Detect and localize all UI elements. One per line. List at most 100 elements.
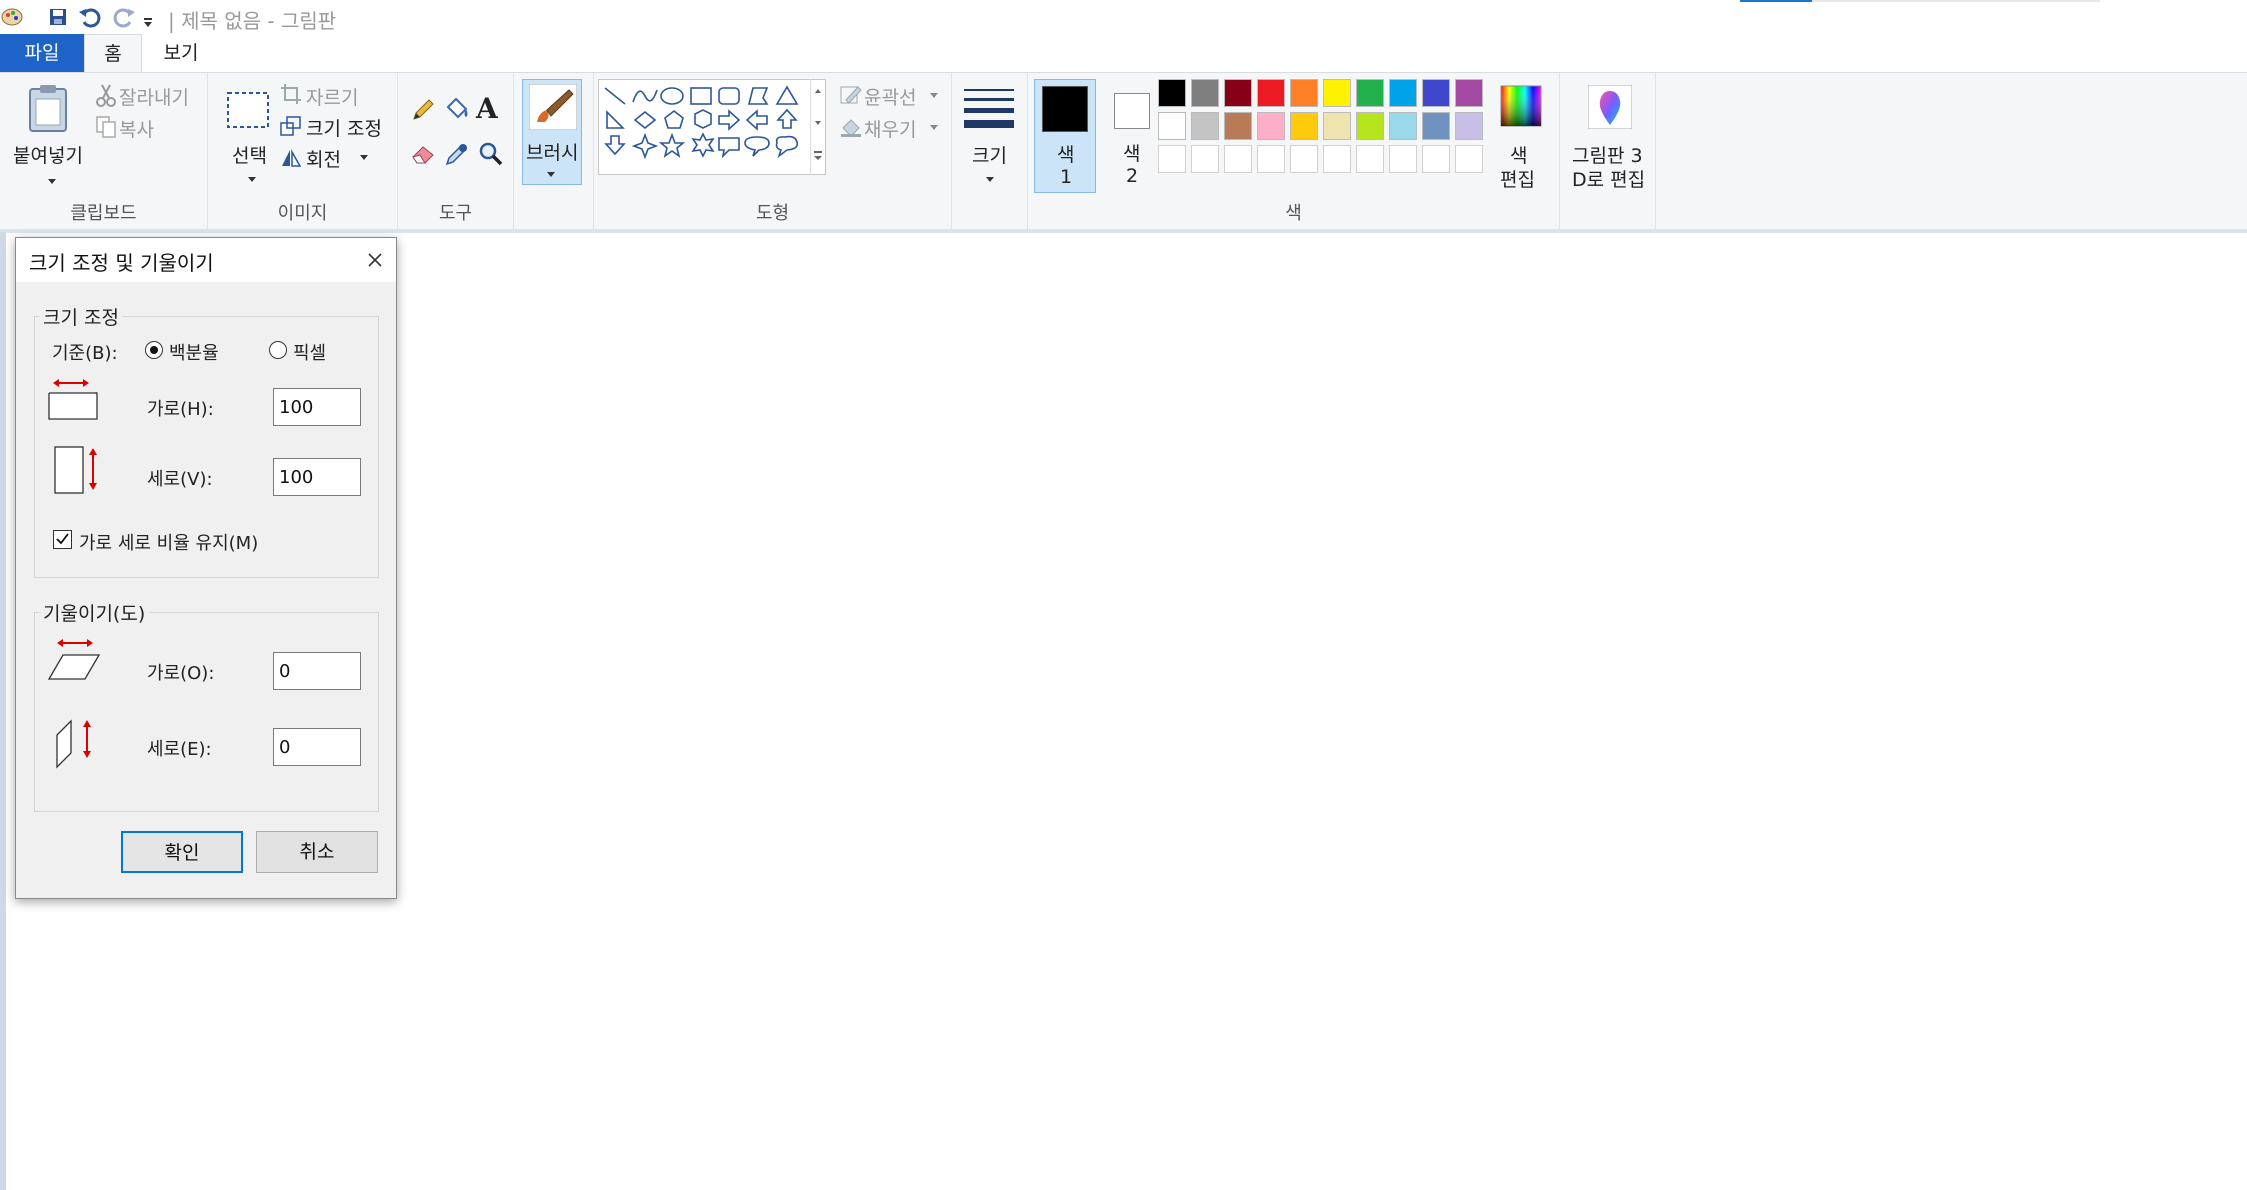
horizontal-input[interactable]: [273, 388, 361, 426]
palette-swatch[interactable]: [1257, 112, 1285, 140]
palette-swatch[interactable]: [1257, 79, 1285, 107]
clipboard-group-label: 클립보드: [70, 203, 137, 224]
keep-ratio-checkbox[interactable]: 가로 세로 비율 유지(M): [53, 529, 293, 554]
customize-arrow-icon[interactable]: [142, 13, 154, 32]
paint-app-icon[interactable]: [0, 4, 24, 32]
up-arrow-shape-icon: [776, 108, 798, 129]
close-icon[interactable]: [361, 246, 389, 274]
palette-empty-swatch[interactable]: [1224, 145, 1252, 173]
color1-button[interactable]: 색 1: [1034, 79, 1096, 193]
palette-swatch[interactable]: [1323, 112, 1351, 140]
palette-empty-swatch[interactable]: [1191, 145, 1219, 173]
palette-swatch[interactable]: [1191, 79, 1219, 107]
outline-button[interactable]: 윤곽선: [840, 83, 950, 109]
skew-vertical-input[interactable]: [273, 728, 361, 766]
color2-button[interactable]: 색 2: [1102, 79, 1164, 193]
palette-swatch[interactable]: [1389, 79, 1417, 107]
gallery-expand-icon[interactable]: [814, 151, 822, 153]
tab-file[interactable]: 파일: [0, 34, 84, 72]
gallery-expand-arrow-icon[interactable]: [814, 156, 822, 160]
palette-swatch[interactable]: [1323, 79, 1351, 107]
line-shape-icon: [604, 87, 626, 105]
redo-icon[interactable]: [112, 6, 136, 32]
magnifier-icon[interactable]: [478, 141, 504, 171]
left-arrow-shape-icon: [745, 109, 768, 131]
size-dropdown-arrow[interactable]: [986, 177, 994, 182]
fill-button[interactable]: 채우기: [840, 115, 950, 141]
palette-empty-swatch[interactable]: [1389, 145, 1417, 173]
copy-button[interactable]: 복사: [95, 115, 205, 141]
palette-empty-swatch[interactable]: [1158, 145, 1186, 173]
select-dropdown-arrow[interactable]: [248, 177, 256, 182]
color-picker-icon[interactable]: [444, 141, 470, 171]
pencil-icon[interactable]: [410, 97, 436, 127]
shapes-scrollbar[interactable]: [810, 79, 827, 175]
palette-empty-swatch[interactable]: [1290, 145, 1318, 173]
palette-swatch[interactable]: [1224, 79, 1252, 107]
vertical-input[interactable]: [273, 458, 361, 496]
scroll-down-icon[interactable]: [815, 121, 821, 125]
palette-swatch[interactable]: [1422, 79, 1450, 107]
rotate-label: 회전: [306, 149, 341, 171]
fill-dropdown-arrow[interactable]: [930, 125, 938, 130]
fill-bucket-icon[interactable]: [442, 97, 470, 127]
select-button[interactable]: 선택: [218, 79, 280, 199]
palette-swatch[interactable]: [1455, 79, 1483, 107]
tab-home[interactable]: 홈: [84, 34, 142, 72]
palette-swatch[interactable]: [1224, 112, 1252, 140]
pixel-radio[interactable]: 픽셀: [269, 339, 349, 364]
edit-colors-button[interactable]: 색 편집: [1488, 79, 1552, 199]
save-icon[interactable]: [48, 7, 68, 31]
keep-ratio-check-box[interactable]: [53, 530, 72, 549]
palette-empty-swatch[interactable]: [1356, 145, 1384, 173]
paint3d-label-line2: D로 편집: [1572, 169, 1646, 191]
ok-button[interactable]: 확인: [121, 831, 243, 873]
pixel-radio-circle[interactable]: [269, 341, 287, 359]
pixel-label: 픽셀: [293, 343, 327, 364]
skew-horizontal-input[interactable]: [273, 652, 361, 690]
color2-label-a: 색: [1123, 143, 1141, 165]
four-point-star-shape-icon: [631, 132, 659, 160]
six-point-star-shape-icon: [691, 132, 715, 158]
brushes-dropdown-arrow[interactable]: [547, 172, 555, 177]
palette-swatch[interactable]: [1290, 112, 1318, 140]
undo-icon[interactable]: [78, 6, 102, 32]
cut-button[interactable]: 잘라내기: [95, 83, 205, 109]
palette-swatch[interactable]: [1389, 112, 1417, 140]
keep-ratio-label: 가로 세로 비율 유지(M): [79, 533, 259, 554]
paste-button[interactable]: 붙여넣기: [8, 79, 88, 199]
palette-swatch[interactable]: [1158, 112, 1186, 140]
palette-empty-swatch[interactable]: [1455, 145, 1483, 173]
palette-swatch[interactable]: [1356, 79, 1384, 107]
tab-view[interactable]: 보기: [148, 34, 214, 72]
palette-swatch[interactable]: [1191, 112, 1219, 140]
cancel-button[interactable]: 취소: [256, 831, 378, 873]
paste-dropdown-arrow[interactable]: [48, 179, 56, 184]
palette-empty-swatch[interactable]: [1323, 145, 1351, 173]
eraser-icon[interactable]: [410, 141, 438, 169]
resize-button[interactable]: 크기 조정: [280, 114, 396, 140]
palette-empty-swatch[interactable]: [1422, 145, 1450, 173]
skew-section: 기울이기(도) 가로(O): 세로(E):: [34, 599, 379, 812]
brushes-button[interactable]: 브러시: [522, 79, 582, 185]
size-group: 크기: [952, 73, 1028, 229]
rectangle-shape-icon: [690, 87, 712, 105]
palette-empty-swatch[interactable]: [1257, 145, 1285, 173]
outline-pen-icon: [840, 84, 862, 110]
palette-swatch[interactable]: [1422, 112, 1450, 140]
rotate-dropdown-arrow[interactable]: [360, 155, 368, 160]
percent-radio-circle[interactable]: [145, 341, 163, 359]
rotate-button[interactable]: 회전: [280, 145, 390, 171]
tools-group: A 도구: [398, 73, 514, 229]
palette-swatch[interactable]: [1455, 112, 1483, 140]
text-icon[interactable]: A: [476, 95, 498, 123]
percent-radio[interactable]: 백분율: [145, 339, 235, 364]
edit-with-paint3d-button[interactable]: 그림판 3 D로 편집: [1564, 79, 1652, 199]
palette-swatch[interactable]: [1290, 79, 1318, 107]
outline-dropdown-arrow[interactable]: [930, 93, 938, 98]
size-button[interactable]: 크기: [958, 79, 1022, 199]
scroll-up-icon[interactable]: [815, 89, 821, 93]
crop-button[interactable]: 자르기: [280, 83, 390, 109]
palette-swatch[interactable]: [1158, 79, 1186, 107]
palette-swatch[interactable]: [1356, 112, 1384, 140]
